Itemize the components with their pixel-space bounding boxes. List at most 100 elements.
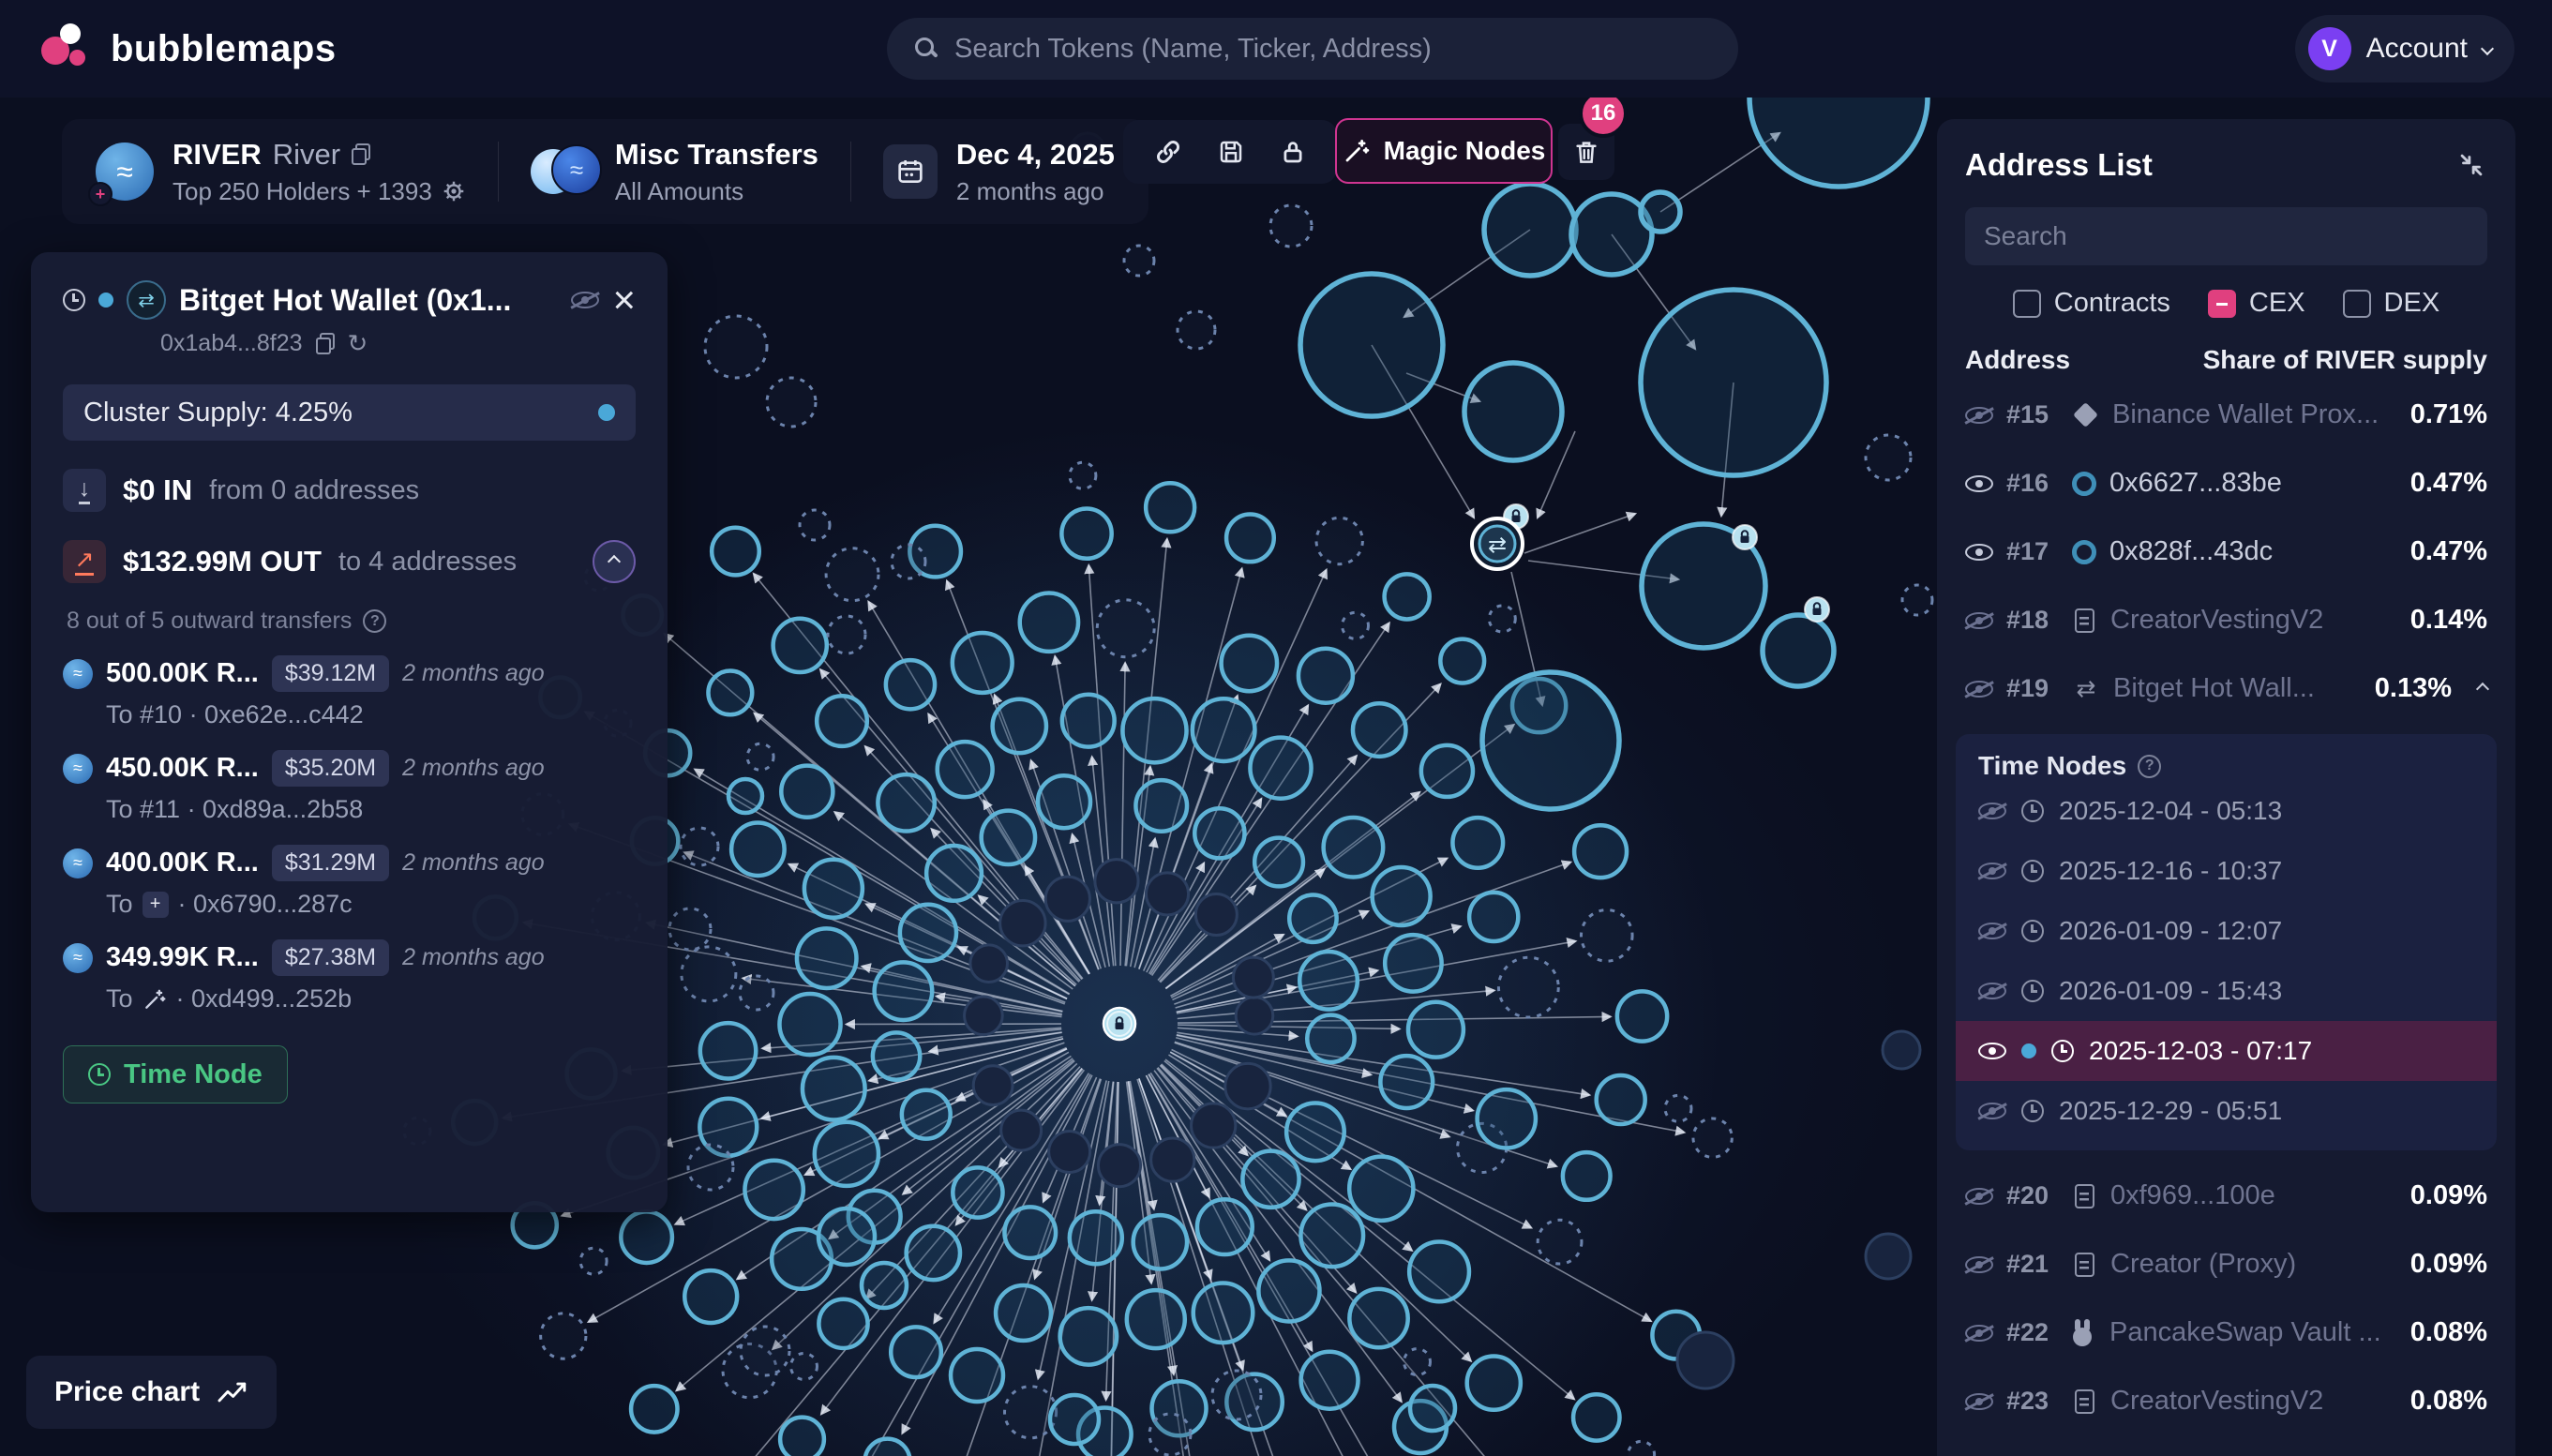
account-menu[interactable]: V Account [2295,15,2514,83]
address-rank: #22 [2006,1318,2059,1347]
address-row[interactable]: #20 0xf969...100e 0.09% [1937,1162,2515,1230]
copy-address-icon[interactable] [316,333,335,354]
divider [850,142,851,202]
address-row[interactable]: #15 Binance Wallet Prox... 0.71% [1937,381,2515,449]
time-node-item[interactable]: 2026-01-09 - 15:43 [1956,961,2497,1021]
address-row[interactable]: #23 CreatorVestingV2 0.08% [1937,1367,2515,1435]
visibility-toggle-icon[interactable] [1978,863,2006,879]
visibility-toggle-icon[interactable] [1978,1043,2006,1059]
address-name: Creator (Proxy) [2110,1249,2397,1280]
filter-cex[interactable]: CEX [2208,288,2305,319]
address-row[interactable]: #17 0x828f...43dc 0.47% [1937,518,2515,586]
chevron-up-icon[interactable] [2476,682,2489,695]
help-icon[interactable]: ? [363,609,386,633]
address-name: Binance Wallet Prox... [2112,399,2397,430]
date-selector[interactable]: Dec 4, 2025 2 months ago [883,138,1115,206]
save-button[interactable] [1217,138,1245,166]
token-search-input[interactable] [954,34,1710,65]
address-rank: #15 [2006,400,2059,429]
binance-icon [2073,402,2098,428]
gear-icon[interactable] [442,179,466,203]
address-list-panel: Address List Contracts CEX DEX [1937,119,2515,1456]
address-name: CreatorVestingV2 [2110,1386,2397,1417]
visibility-toggle-icon[interactable] [1965,1188,1993,1205]
lock-button[interactable] [1279,138,1307,166]
column-address: Address [1965,345,2070,375]
transfer-recipient-link[interactable]: To + · 0x6790...287c [106,890,636,919]
close-icon[interactable]: × [612,280,636,320]
price-chart-button[interactable]: Price chart [26,1356,277,1429]
clock-icon [2021,920,2044,942]
transfer-time: 2 months ago [402,660,545,687]
visibility-toggle-icon[interactable] [1965,1256,1993,1273]
token-summary[interactable]: ≈ + RIVER River Top 250 Holders + 1393 [96,138,466,206]
time-node-item[interactable]: 2025-12-29 - 05:51 [1956,1081,2497,1141]
chevron-down-icon [2481,42,2494,55]
cluster-color-dot [98,293,113,308]
address-row[interactable]: #21 Creator (Proxy) 0.09% [1937,1230,2515,1298]
share-link-button[interactable] [1153,137,1183,167]
help-icon[interactable]: ? [2138,755,2161,778]
visibility-toggle-icon[interactable] [1965,612,1993,629]
hide-wallet-icon[interactable] [571,292,599,308]
address-row-expanded[interactable]: #19 ⇄ Bitget Hot Wall... 0.13% [1937,654,2515,723]
time-node-item-selected[interactable]: 2025-12-03 - 07:17 [1956,1021,2497,1081]
transfers-note: 8 out of 5 outward transfers [67,608,352,635]
transfer-recipient-link[interactable]: To · 0xd499...252b [106,984,636,1013]
transfer-recipient-link[interactable]: To #10 · 0xe62e...c442 [106,700,636,729]
column-share: Share of RIVER supply [2203,345,2487,375]
visibility-toggle-icon[interactable] [1965,407,1993,424]
visibility-toggle-icon[interactable] [1978,983,2006,999]
visibility-toggle-icon[interactable] [1965,1393,1993,1410]
visibility-toggle-icon[interactable] [1965,544,1993,561]
address-search-input[interactable] [1984,221,2469,251]
visibility-toggle-icon[interactable] [1978,923,2006,939]
transfer-recipient-link[interactable]: To #11 · 0xd89a...2b58 [106,795,636,824]
visibility-toggle-icon[interactable] [1978,1103,2006,1119]
logo-text: bubblemaps [111,28,337,70]
address-rank: #20 [2006,1181,2059,1210]
clock-icon [2021,1100,2044,1122]
visibility-toggle-icon[interactable] [1965,681,1993,698]
time-node-item[interactable]: 2026-01-09 - 12:07 [1956,901,2497,961]
time-node-item[interactable]: 2025-12-04 - 05:13 [1956,781,2497,841]
copy-icon[interactable] [352,143,370,165]
checkbox-dex[interactable] [2343,290,2371,318]
contract-icon [2075,1389,2094,1414]
address-share: 0.09% [2410,1249,2487,1280]
address-row[interactable]: #18 CreatorVestingV2 0.14% [1937,586,2515,654]
address-list-title: Address List [1965,147,2455,183]
magic-nodes-button[interactable]: Magic Nodes [1335,118,1553,184]
transfer-mode-selector[interactable]: ≈ Misc Transfers All Amounts [531,138,818,206]
lock-node-icon [1805,597,1829,622]
top-bar: bubblemaps V Account [0,0,2552,98]
time-node-label: 2026-01-09 - 15:43 [2059,976,2282,1006]
account-label: Account [2366,33,2468,65]
time-node-item[interactable]: 2025-12-16 - 10:37 [1956,841,2497,901]
checkbox-cex[interactable] [2208,290,2236,318]
address-search-bar[interactable] [1965,207,2487,265]
filter-dex[interactable]: DEX [2343,288,2440,319]
checkbox-contracts[interactable] [2013,290,2041,318]
filter-contracts[interactable]: Contracts [2013,288,2170,319]
refresh-icon[interactable]: ↻ [348,329,368,358]
address-name: Bitget Hot Wall... [2113,673,2362,704]
visibility-toggle-icon[interactable] [1965,475,1993,492]
visibility-toggle-icon[interactable] [1978,803,2006,819]
time-node-button[interactable]: Time Node [63,1045,288,1103]
collapse-panel-icon[interactable] [2455,149,2487,181]
clock-icon [88,1063,111,1086]
collapse-outflows-button[interactable] [593,540,636,583]
address-row[interactable]: #22 PancakeSwap Vault ... 0.08% [1937,1298,2515,1367]
address-share: 0.09% [2410,1180,2487,1211]
transfer-item: ≈ 500.00K R... $39.12M 2 months ago To #… [63,655,636,729]
bubblemaps-logo[interactable]: bubblemaps [39,22,337,76]
transfer-usd-badge: $31.29M [272,845,389,881]
token-name: River [273,138,340,172]
inflow-sub: from 0 addresses [209,475,419,506]
token-search-bar[interactable] [887,18,1738,80]
bubblemaps-app: ⇄ bubblemaps V Account ≈ + RIVER Riv [0,0,2552,1456]
misc-transfers-icon: ≈ [531,144,596,199]
visibility-toggle-icon[interactable] [1965,1325,1993,1342]
address-row[interactable]: #16 0x6627...83be 0.47% [1937,449,2515,518]
